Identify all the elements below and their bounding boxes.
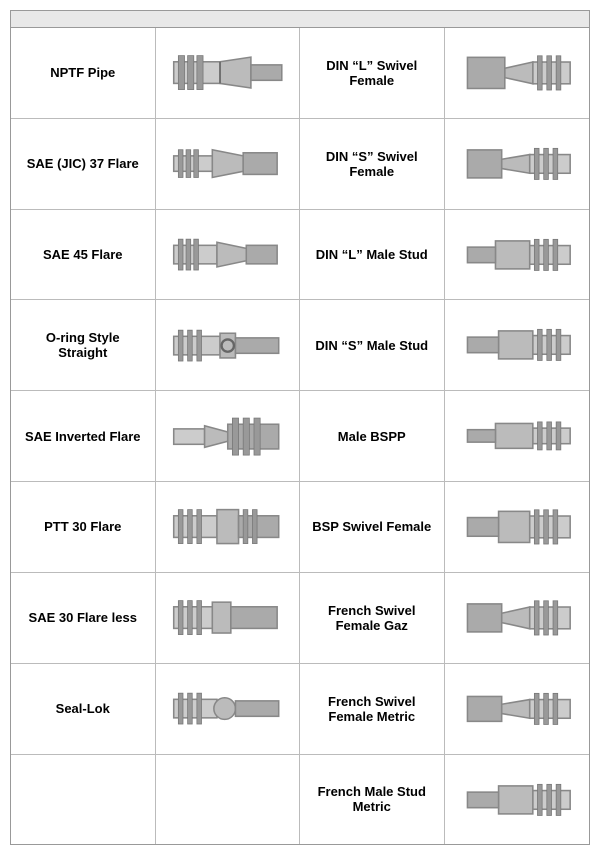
right-fitting-0	[445, 28, 590, 118]
table-row: NPTF Pipe DIN “L” Swivel Female	[11, 28, 589, 119]
left-fitting-1	[156, 119, 301, 209]
table-row: O-ring Style Straight DIN “S” Male Stud	[11, 300, 589, 391]
left-fitting-5	[156, 482, 301, 572]
right-label-3: DIN “S” Male Stud	[300, 300, 445, 390]
left-label-0: NPTF Pipe	[11, 28, 156, 118]
right-label-2: DIN “L” Male Stud	[300, 210, 445, 300]
right-fitting-1	[445, 119, 590, 209]
left-label-8	[11, 755, 156, 845]
right-label-7: French Swivel Female Metric	[300, 664, 445, 754]
left-label-2: SAE 45 Flare	[11, 210, 156, 300]
right-fitting-5	[445, 482, 590, 572]
visual-index: NPTF Pipe DIN “L” Swivel Female	[10, 10, 590, 845]
right-label-6: French Swivel Female Gaz	[300, 573, 445, 663]
table-row: French Male Stud Metric	[11, 755, 589, 845]
right-fitting-7	[445, 664, 590, 754]
table-row: SAE Inverted Flare Male BSPP	[11, 391, 589, 482]
right-fitting-6	[445, 573, 590, 663]
right-fitting-8	[445, 755, 590, 845]
table-row: SAE 30 Flare less French Swivel Female G…	[11, 573, 589, 664]
table-body: NPTF Pipe DIN “L” Swivel Female	[11, 28, 589, 844]
right-fitting-4	[445, 391, 590, 481]
right-label-5: BSP Swivel Female	[300, 482, 445, 572]
right-label-4: Male BSPP	[300, 391, 445, 481]
left-label-5: PTT 30 Flare	[11, 482, 156, 572]
left-fitting-3	[156, 300, 301, 390]
left-fitting-8	[156, 755, 301, 845]
right-label-1: DIN “S” Swivel Female	[300, 119, 445, 209]
table-row: Seal-Lok French Swivel Female Metric	[11, 664, 589, 755]
right-label-0: DIN “L” Swivel Female	[300, 28, 445, 118]
left-fitting-0	[156, 28, 301, 118]
table-row: PTT 30 Flare BSP Swivel Female	[11, 482, 589, 573]
table-row: SAE (JIC) 37 Flare DIN “S” Swivel Female	[11, 119, 589, 210]
left-label-4: SAE Inverted Flare	[11, 391, 156, 481]
left-fitting-4	[156, 391, 301, 481]
left-fitting-7	[156, 664, 301, 754]
table-row: SAE 45 Flare DIN “L” Male Stud	[11, 210, 589, 301]
table-header	[11, 11, 589, 28]
left-fitting-2	[156, 210, 301, 300]
left-label-1: SAE (JIC) 37 Flare	[11, 119, 156, 209]
left-label-3: O-ring Style Straight	[11, 300, 156, 390]
right-fitting-2	[445, 210, 590, 300]
left-label-6: SAE 30 Flare less	[11, 573, 156, 663]
right-label-8: French Male Stud Metric	[300, 755, 445, 845]
right-fitting-3	[445, 300, 590, 390]
left-label-7: Seal-Lok	[11, 664, 156, 754]
left-fitting-6	[156, 573, 301, 663]
